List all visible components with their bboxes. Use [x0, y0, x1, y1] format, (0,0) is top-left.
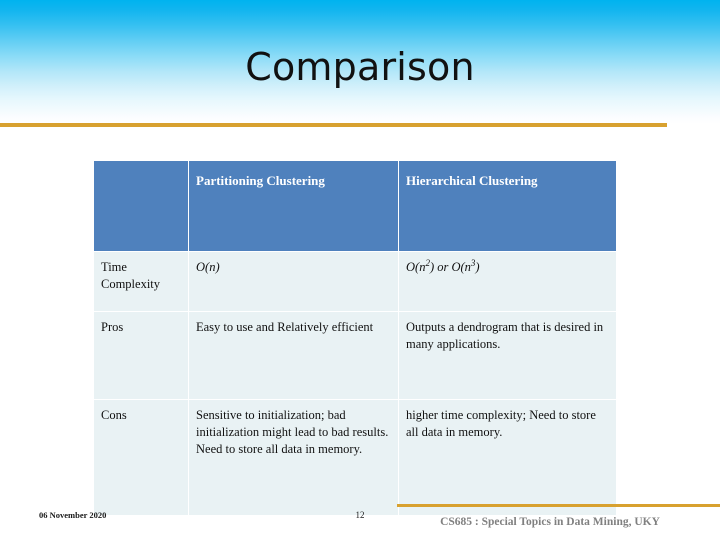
slide: Comparison Partitioning Clustering Hiera…	[0, 0, 720, 540]
cell-time-complexity-hierarchical: O(n2) or O(n3)	[399, 252, 616, 311]
table-row: Pros Easy to use and Relatively efficien…	[94, 312, 616, 399]
row-label-time-complexity: Time Complexity	[94, 252, 188, 311]
table-header-row: Partitioning Clustering Hierarchical Clu…	[94, 161, 616, 251]
cell-pros-hierarchical: Outputs a dendrogram that is desired in …	[399, 312, 616, 399]
comparison-table: Partitioning Clustering Hierarchical Clu…	[93, 160, 617, 516]
footer-divider-rule	[397, 504, 720, 507]
big-o-middle: ) or O(n	[429, 260, 471, 274]
footer-course-title: CS685 : Special Topics in Data Mining, U…	[440, 516, 660, 528]
cell-time-complexity-partitioning: O(n)	[189, 252, 398, 311]
row-label-pros: Pros	[94, 312, 188, 399]
cell-cons-hierarchical: higher time complexity; Need to store al…	[399, 400, 616, 515]
cell-pros-partitioning: Easy to use and Relatively efficient	[189, 312, 398, 399]
table-row: Cons Sensitive to initialization; bad in…	[94, 400, 616, 515]
big-o-suffix: )	[475, 260, 480, 274]
table-header-corner-cell	[94, 161, 188, 251]
big-o-prefix: O(n	[406, 260, 426, 274]
footer-date: 06 November 2020	[39, 510, 107, 520]
row-label-cons: Cons	[94, 400, 188, 515]
table-row: Time Complexity O(n) O(n2) or O(n3)	[94, 252, 616, 311]
cell-cons-partitioning: Sensitive to initialization; bad initial…	[189, 400, 398, 515]
table-header-hierarchical: Hierarchical Clustering	[399, 161, 616, 251]
title-divider-rule	[0, 123, 667, 127]
table-header-partitioning: Partitioning Clustering	[189, 161, 398, 251]
footer-page-number: 12	[355, 510, 365, 520]
page-title: Comparison	[245, 45, 475, 89]
